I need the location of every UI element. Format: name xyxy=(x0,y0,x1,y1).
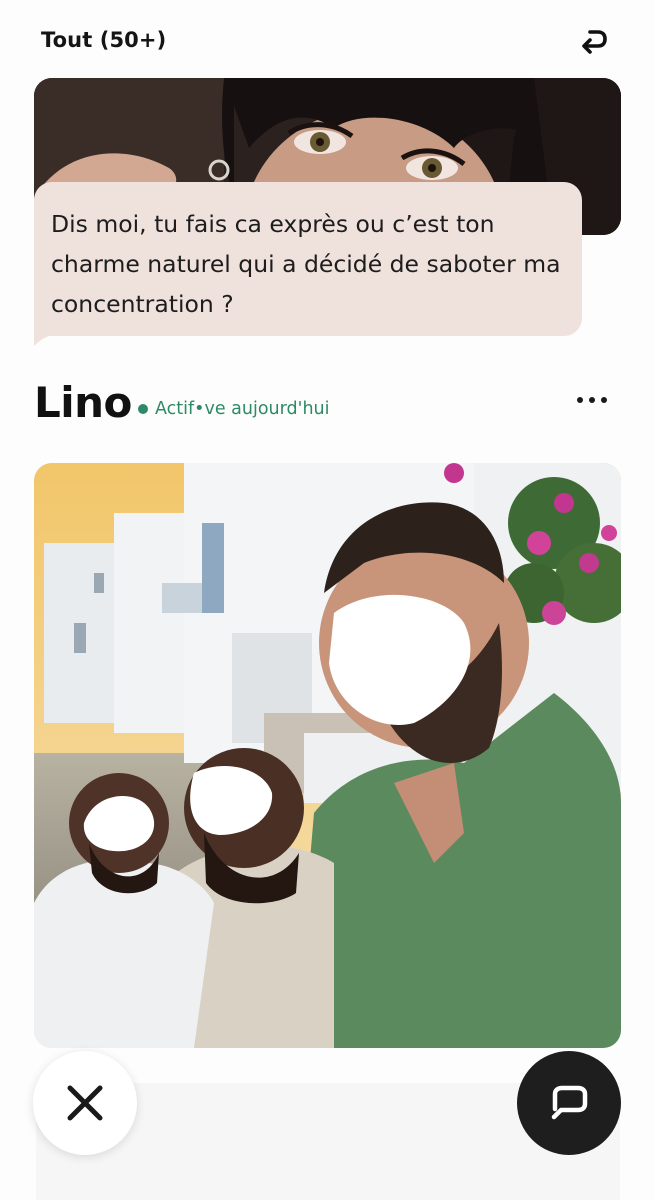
bubble-tail xyxy=(34,334,56,346)
activity-status-text: Actif•ve aujourd'hui xyxy=(155,399,330,419)
profile-header: Lino Actif•ve aujourd'hui xyxy=(34,378,624,434)
filter-tab-all[interactable]: Tout (50+) xyxy=(41,28,166,52)
message-bubble: Dis moi, tu fais ca exprès ou c’est ton … xyxy=(34,182,582,336)
chat-bubble-icon xyxy=(551,1085,588,1120)
top-bar: Tout (50+) xyxy=(0,0,655,80)
close-x-icon xyxy=(67,1085,103,1121)
chat-button[interactable] xyxy=(517,1051,621,1155)
activity-status: Actif•ve aujourd'hui xyxy=(138,399,330,419)
more-dots-icon xyxy=(577,397,583,403)
undo-button[interactable] xyxy=(574,22,612,60)
profile-name: Lino xyxy=(34,378,132,427)
profile-photo[interactable] xyxy=(34,463,621,1048)
online-dot-icon xyxy=(138,404,148,414)
pass-button[interactable] xyxy=(33,1051,137,1155)
app-screen: Tout (50+) Dis moi, tu fais ca exprès ou… xyxy=(0,0,655,1200)
more-options-button[interactable] xyxy=(572,390,612,410)
undo-arrow-icon xyxy=(582,30,607,54)
